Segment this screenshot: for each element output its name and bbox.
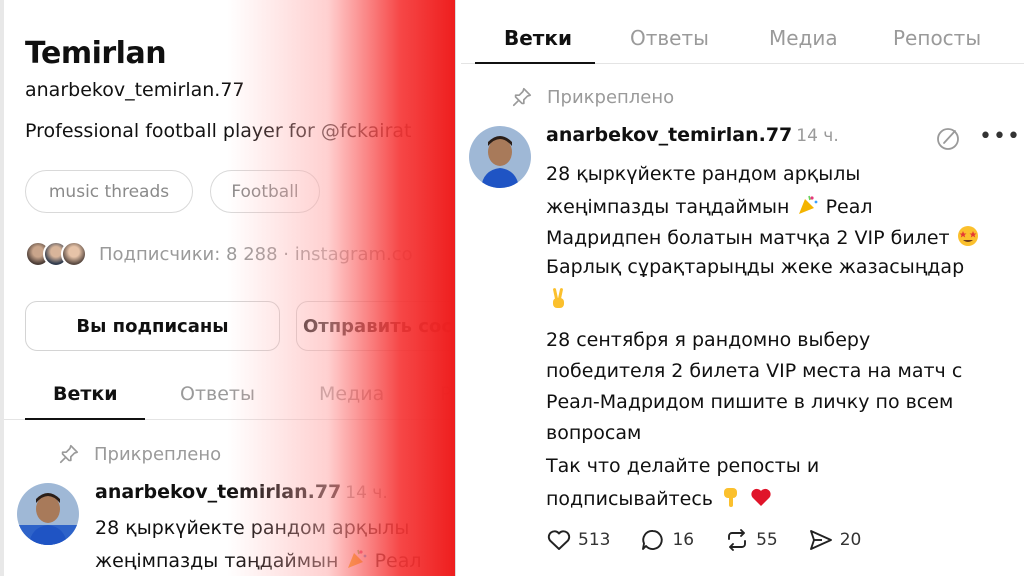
post-text-line: победителя 2 билета VIP места на матч с	[546, 360, 963, 382]
tab-media[interactable]: Медиа	[319, 383, 384, 405]
red-heart-emoji	[751, 488, 771, 506]
post-time: 14 ч.	[345, 483, 388, 503]
post-text-line: подписывайтесь	[546, 485, 773, 511]
post-text-line: жеңімпазды таңдаймын Реал	[95, 547, 422, 572]
tab-threads[interactable]: Ветки	[53, 383, 118, 405]
tab-reposts[interactable]: Р	[440, 383, 451, 405]
more-icon[interactable]: •••	[979, 124, 1021, 149]
follower-avatar	[61, 241, 87, 267]
profile-bio: Professional football player for @fckair…	[25, 120, 412, 142]
subscribed-button[interactable]: Вы подписаны	[25, 301, 280, 351]
tab-media[interactable]: Медиа	[769, 26, 838, 50]
post-actions: 513 16 55 20	[546, 525, 891, 555]
post-text-line: Мадридпен болатын матчқа 2 VIP билет	[546, 224, 980, 250]
profile-name: Temirlan	[25, 36, 167, 71]
post-author[interactable]: anarbekov_temirlan.77 14 ч.	[95, 481, 388, 503]
post-text-line: Барлық сұрақтарыңды жеке жазасыңдар	[546, 256, 965, 278]
victory-emoji	[553, 288, 564, 308]
tab-threads[interactable]: Ветки	[504, 26, 572, 50]
followers-count: Подписчики: 8 288 · instagram.co	[99, 243, 413, 265]
post-author[interactable]: anarbekov_temirlan.77 14 ч.	[546, 124, 839, 146]
post-text-line: 28 қыркүйекте рандом арқылы	[546, 163, 861, 185]
repost-icon	[728, 529, 747, 551]
post-text-line: жеңімпазды таңдаймын Реал	[546, 193, 873, 219]
followers-row[interactable]: Подписчики: 8 288 · instagram.co	[25, 238, 413, 270]
left-edge	[0, 0, 4, 576]
chip-music-threads[interactable]: music threads	[25, 170, 193, 213]
share-count: 20	[839, 530, 862, 550]
active-tab-indicator	[475, 62, 595, 64]
comment-count: 16	[672, 530, 695, 550]
profile-panel-left: Temirlan anarbekov_temirlan.77 Professio…	[0, 0, 455, 576]
pinned-indicator: Прикреплено	[511, 86, 674, 108]
active-tab-indicator	[25, 418, 145, 420]
pinned-label: Прикреплено	[94, 443, 222, 465]
post-text-line: вопросам	[546, 422, 642, 444]
comment-icon	[642, 530, 664, 550]
chip-football[interactable]: Football	[210, 170, 320, 213]
post-text-line: 28 сентября я рандомно выберу	[546, 329, 871, 351]
post-text-line	[546, 286, 570, 312]
pin-icon	[59, 444, 79, 464]
post-text-line: Реал-Мадридом пишите в личку по всем	[546, 391, 954, 413]
pinned-label: Прикреплено	[547, 86, 675, 108]
like-button[interactable]: 513	[546, 528, 610, 552]
avatar[interactable]	[469, 126, 531, 188]
send-message-button[interactable]: Отправить сос	[296, 301, 455, 351]
edit-icon[interactable]	[935, 126, 961, 152]
post-panel-right: Ветки Ответы Медиа Репосты Прикреплено a…	[461, 0, 1024, 576]
repost-button[interactable]: 55	[724, 528, 778, 552]
star-eyes-emoji	[957, 226, 978, 246]
pinned-indicator: Прикреплено	[58, 443, 221, 465]
share-button[interactable]: 20	[808, 528, 862, 552]
tab-replies[interactable]: Ответы	[630, 26, 709, 50]
share-icon	[809, 530, 832, 550]
party-emoji	[798, 195, 817, 214]
heart-icon	[547, 530, 571, 550]
like-count: 513	[578, 530, 611, 550]
avatar[interactable]	[17, 483, 79, 545]
point-down-emoji	[724, 488, 738, 507]
tab-replies[interactable]: Ответы	[180, 383, 255, 405]
post-text-line: Так что делайте репосты и	[546, 455, 820, 477]
tab-reposts[interactable]: Репосты	[893, 26, 981, 50]
pin-icon	[512, 87, 532, 107]
party-emoji	[347, 549, 366, 568]
profile-handle: anarbekov_temirlan.77	[25, 79, 245, 101]
post-text-line: 28 қыркүйекте рандом арқылы	[95, 517, 410, 539]
comment-button[interactable]: 16	[640, 528, 694, 552]
post-time: 14 ч.	[796, 126, 839, 146]
repost-count: 55	[756, 530, 778, 550]
